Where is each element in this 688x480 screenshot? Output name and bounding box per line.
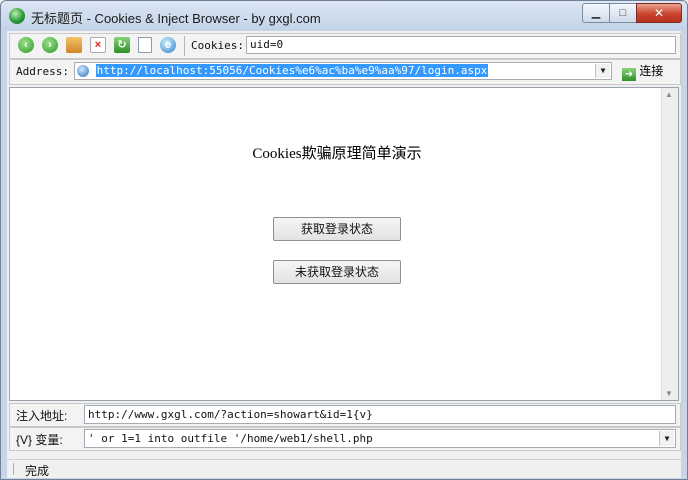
url-combobox[interactable]: http://localhost:55056/Cookies%e6%ac%ba%…	[74, 62, 612, 80]
minimize-button[interactable]: ▁	[582, 3, 610, 23]
variable-label: {V} 变量:	[16, 433, 63, 447]
inject-address-row: 注入地址: http://www.gxgl.com/?action=showar…	[9, 403, 681, 427]
no-login-status-button[interactable]: 未获取登录状态	[273, 260, 401, 284]
stop-icon[interactable]: ×	[90, 37, 106, 53]
variable-dropdown-icon[interactable]: ▼	[659, 431, 674, 446]
variable-row: {V} 变量: ' or 1=1 into outfile '/home/web…	[9, 427, 681, 451]
page-title: Cookies欺骗原理简单演示	[252, 146, 422, 162]
title-bar[interactable]: 无标题页 - Cookies & Inject Browser - by gxg…	[1, 1, 687, 31]
connect-label: 连接	[639, 64, 664, 78]
close-button[interactable]: ✕	[636, 3, 682, 23]
variable-combobox[interactable]: ' or 1=1 into outfile '/home/web1/shell.…	[84, 429, 676, 448]
maximize-button[interactable]: □	[609, 3, 637, 23]
vertical-scrollbar[interactable]: ▲ ▼	[661, 88, 678, 400]
app-globe-icon	[9, 8, 25, 24]
get-login-status-button[interactable]: 获取登录状态	[273, 217, 401, 241]
url-text: http://localhost:55056/Cookies%e6%ac%ba%…	[95, 64, 489, 77]
new-page-icon[interactable]	[138, 37, 152, 53]
scroll-up-icon[interactable]: ▲	[665, 90, 673, 99]
ie-icon[interactable]: e	[160, 37, 176, 53]
cookies-input[interactable]: uid=0	[246, 36, 676, 54]
status-divider	[13, 463, 16, 475]
browser-window: 无标题页 - Cookies & Inject Browser - by gxg…	[0, 0, 688, 480]
page-icon	[77, 65, 89, 77]
inject-address-input[interactable]: http://www.gxgl.com/?action=showart&id=1…	[84, 405, 676, 424]
toolbar-separator	[184, 36, 185, 56]
web-content: Cookies欺骗原理简单演示 获取登录状态 未获取登录状态 ▲ ▼	[9, 87, 679, 401]
back-icon[interactable]: ‹	[18, 37, 34, 53]
go-arrow-icon: ➜	[622, 68, 636, 81]
status-bar: 完成	[7, 459, 681, 478]
chevron-down-icon[interactable]: ▼	[595, 64, 610, 78]
forward-icon[interactable]: ›	[42, 37, 58, 53]
status-text: 完成	[25, 464, 50, 478]
window-title: 无标题页 - Cookies & Inject Browser - by gxg…	[31, 11, 321, 26]
address-bar: Address: http://localhost:55056/Cookies%…	[9, 59, 681, 85]
inject-address-label: 注入地址:	[16, 409, 68, 423]
home-icon[interactable]	[66, 37, 82, 53]
client-area: ‹ › × ↻ e Cookies: uid=0 Address: http:/…	[7, 31, 681, 478]
scroll-down-icon[interactable]: ▼	[665, 389, 673, 398]
connect-button[interactable]: ➜ 连接	[622, 62, 676, 81]
variable-value: ' or 1=1 into outfile '/home/web1/shell.…	[88, 432, 373, 445]
cookies-label: Cookies:	[191, 39, 244, 52]
toolbar: ‹ › × ↻ e Cookies: uid=0	[9, 33, 681, 59]
address-label: Address:	[16, 65, 69, 78]
refresh-icon[interactable]: ↻	[114, 37, 130, 53]
